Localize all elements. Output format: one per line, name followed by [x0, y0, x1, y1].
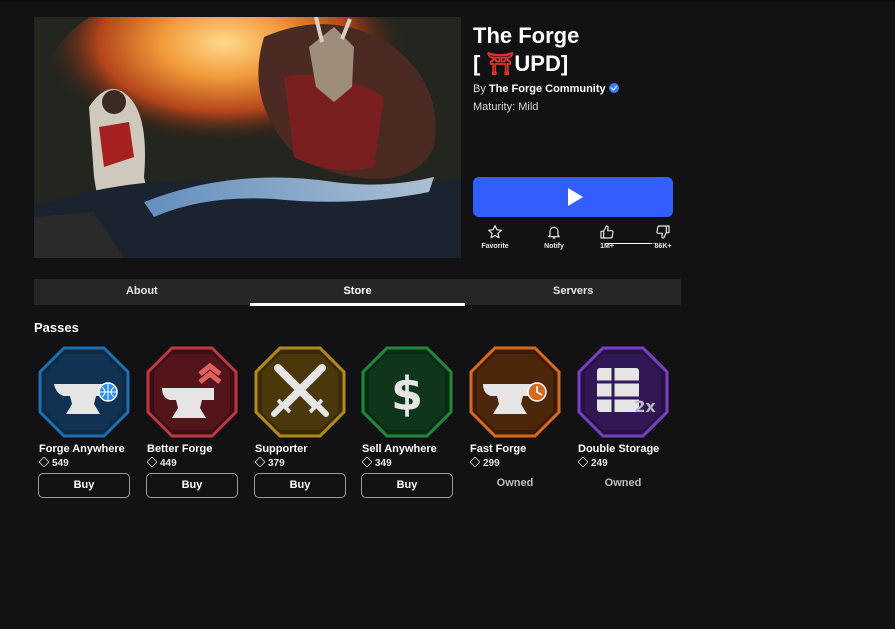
anvil-globe-icon — [38, 346, 130, 438]
like-count: 1M+ — [600, 243, 614, 250]
svg-text:2x: 2x — [634, 397, 656, 416]
pass-card[interactable]: $ Sell Anywhere 349 Buy — [359, 344, 455, 498]
pass-price: 449 — [146, 456, 177, 469]
pass-name: Fast Forge — [470, 443, 527, 455]
game-tabs: About Store Servers — [34, 279, 681, 306]
pass-card[interactable]: Better Forge 449 Buy — [144, 344, 240, 498]
owned-label: Owned — [604, 477, 642, 489]
pass-name: Sell Anywhere — [362, 443, 437, 455]
robux-icon — [38, 456, 50, 468]
pass-price-value: 349 — [375, 458, 392, 469]
torii-icon: ⛩ — [486, 51, 515, 76]
anvil-clock-icon — [469, 346, 561, 438]
game-thumbnail — [34, 17, 461, 258]
robux-icon — [146, 456, 158, 468]
favorite-label: Favorite — [481, 243, 509, 250]
title-line-2: [ ⛩UPD] — [473, 50, 579, 78]
tab-about[interactable]: About — [34, 279, 250, 305]
dislike-count: 86K+ — [654, 243, 672, 250]
favorite-button[interactable]: Favorite — [475, 224, 515, 250]
buy-button[interactable]: Buy — [146, 473, 238, 498]
like-button[interactable]: 1M+ — [587, 224, 627, 250]
thumbs-up-icon — [600, 225, 614, 239]
creator-line: By The Forge Community — [473, 83, 619, 95]
buy-button[interactable]: Buy — [361, 473, 453, 498]
pass-price-value: 299 — [483, 458, 500, 469]
robux-icon — [361, 456, 373, 468]
by-label: By — [473, 83, 489, 95]
crossed-swords-icon — [254, 346, 346, 438]
notify-label: Notify — [544, 243, 564, 250]
play-icon — [567, 188, 583, 206]
pass-card[interactable]: Supporter 379 Buy — [252, 344, 348, 498]
title-line-1: The Forge — [473, 23, 580, 48]
pass-price-value: 379 — [268, 458, 285, 469]
passes-heading: Passes — [34, 320, 79, 335]
pass-name: Supporter — [255, 443, 308, 455]
pass-price-value: 449 — [160, 458, 177, 469]
robux-icon — [577, 456, 589, 468]
pass-price-value: 249 — [591, 458, 608, 469]
robux-icon — [469, 456, 481, 468]
play-button[interactable] — [473, 177, 673, 217]
storage-2x-icon: 2x — [577, 346, 669, 438]
pass-card[interactable]: Forge Anywhere 549 Buy — [36, 344, 132, 498]
top-strip — [0, 0, 895, 2]
thumbs-down-icon — [656, 225, 670, 239]
pass-price: 549 — [38, 456, 69, 469]
owned-label: Owned — [496, 477, 534, 489]
tab-servers[interactable]: Servers — [465, 279, 681, 305]
verified-badge-icon — [608, 83, 619, 93]
creator-link[interactable]: The Forge Community — [489, 83, 606, 95]
pass-price: 379 — [254, 456, 285, 469]
notify-button[interactable]: Notify — [534, 224, 574, 250]
pass-price-value: 549 — [52, 458, 69, 469]
pass-name: Better Forge — [147, 443, 213, 455]
tab-store[interactable]: Store — [249, 279, 466, 306]
title-upd: UPD] — [514, 51, 569, 76]
title-bracket: [ — [473, 51, 487, 76]
pass-card[interactable]: Fast Forge 299 Owned — [467, 344, 563, 489]
pass-card[interactable]: 2x Double Storage 249 Owned — [575, 344, 671, 489]
pass-name: Double Storage — [578, 443, 660, 455]
pass-name: Forge Anywhere — [39, 443, 125, 455]
pass-price: 349 — [361, 456, 392, 469]
game-title: The Forge [ ⛩UPD] — [473, 22, 579, 78]
pass-price: 249 — [577, 456, 608, 469]
buy-button[interactable]: Buy — [254, 473, 346, 498]
maturity-label: Maturity: Mild — [473, 101, 539, 113]
game-actions: Favorite Notify 1M+ 86K+ — [473, 224, 673, 260]
pass-price: 299 — [469, 456, 500, 469]
robux-icon — [254, 456, 266, 468]
dislike-button[interactable]: 86K+ — [643, 224, 683, 250]
bell-icon — [548, 226, 560, 239]
star-icon — [488, 225, 502, 239]
svg-text:$: $ — [391, 367, 423, 421]
dollar-icon: $ — [361, 346, 453, 438]
anvil-upgrade-icon — [146, 346, 238, 438]
buy-button[interactable]: Buy — [38, 473, 130, 498]
